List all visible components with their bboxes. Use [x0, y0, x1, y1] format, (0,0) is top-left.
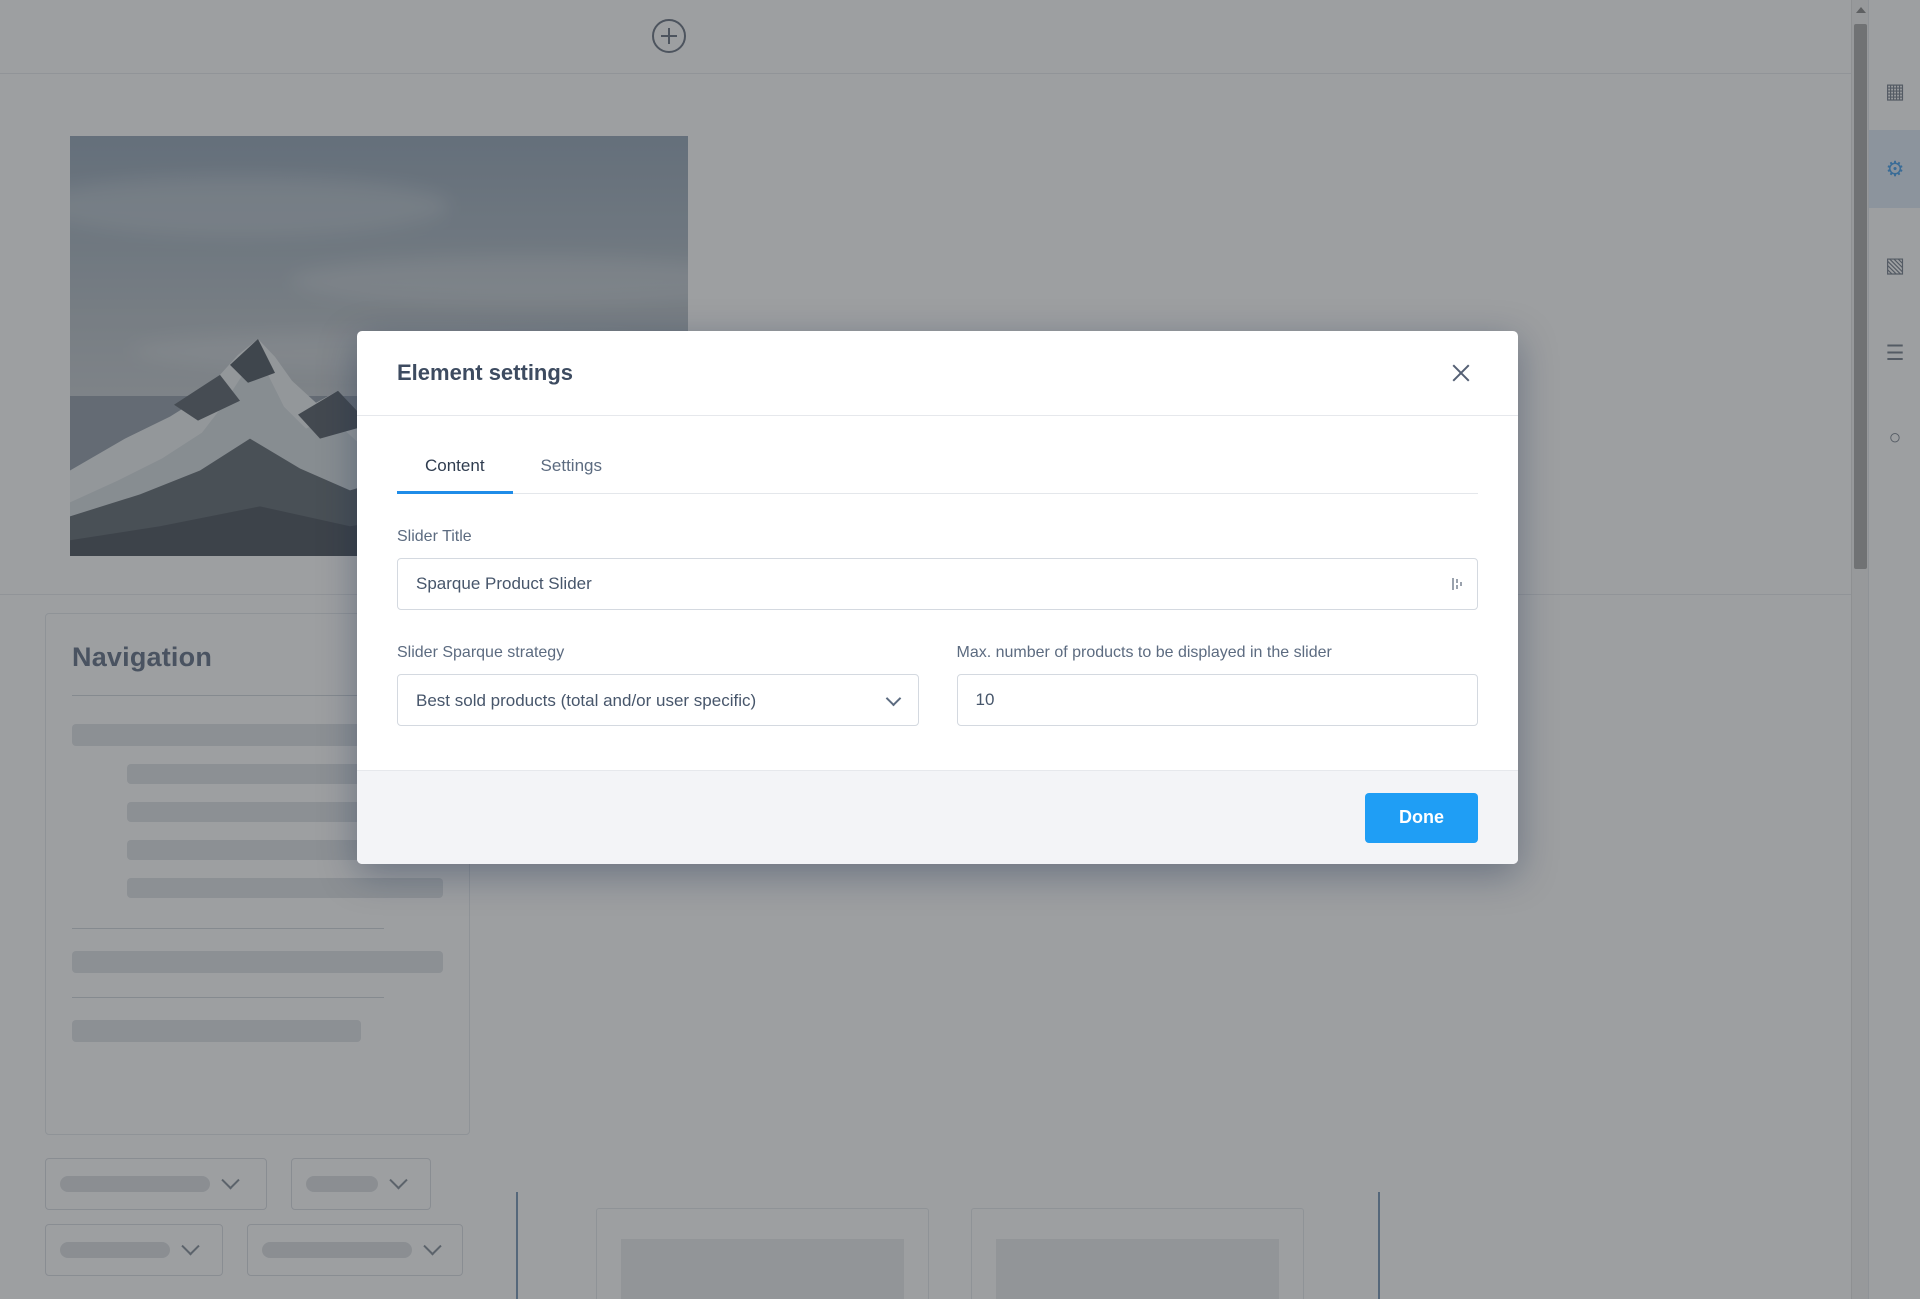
max-products-label: Max. number of products to be displayed … — [956, 644, 1332, 661]
modal-footer: Done — [357, 770, 1518, 864]
strategy-label: Slider Sparque strategy — [397, 644, 565, 661]
slider-title-input[interactable] — [397, 558, 1478, 610]
close-icon[interactable] — [1444, 356, 1478, 390]
strategy-select[interactable]: Best sold products (total and/or user sp… — [397, 674, 919, 726]
modal-title: Element settings — [397, 360, 574, 385]
settings-row: Slider Sparque strategy Best sold produc… — [397, 644, 1478, 726]
element-settings-modal: Element settings Content Settings Slider… — [357, 331, 1518, 864]
slider-title-label: Slider Title — [397, 528, 472, 545]
modal-body: Content Settings Slider Title Slider Spa… — [357, 416, 1518, 770]
slider-title-field-group: Slider Title — [397, 528, 1478, 610]
modal-tabs: Content Settings — [397, 448, 1478, 494]
modal-header: Element settings — [357, 331, 1518, 416]
max-products-field-group: Max. number of products to be displayed … — [956, 644, 1478, 726]
tab-content[interactable]: Content — [397, 448, 513, 494]
strategy-field-group: Slider Sparque strategy Best sold produc… — [397, 644, 919, 726]
done-button[interactable]: Done — [1365, 792, 1478, 843]
max-products-input[interactable] — [956, 674, 1478, 726]
tab-settings[interactable]: Settings — [513, 448, 630, 493]
